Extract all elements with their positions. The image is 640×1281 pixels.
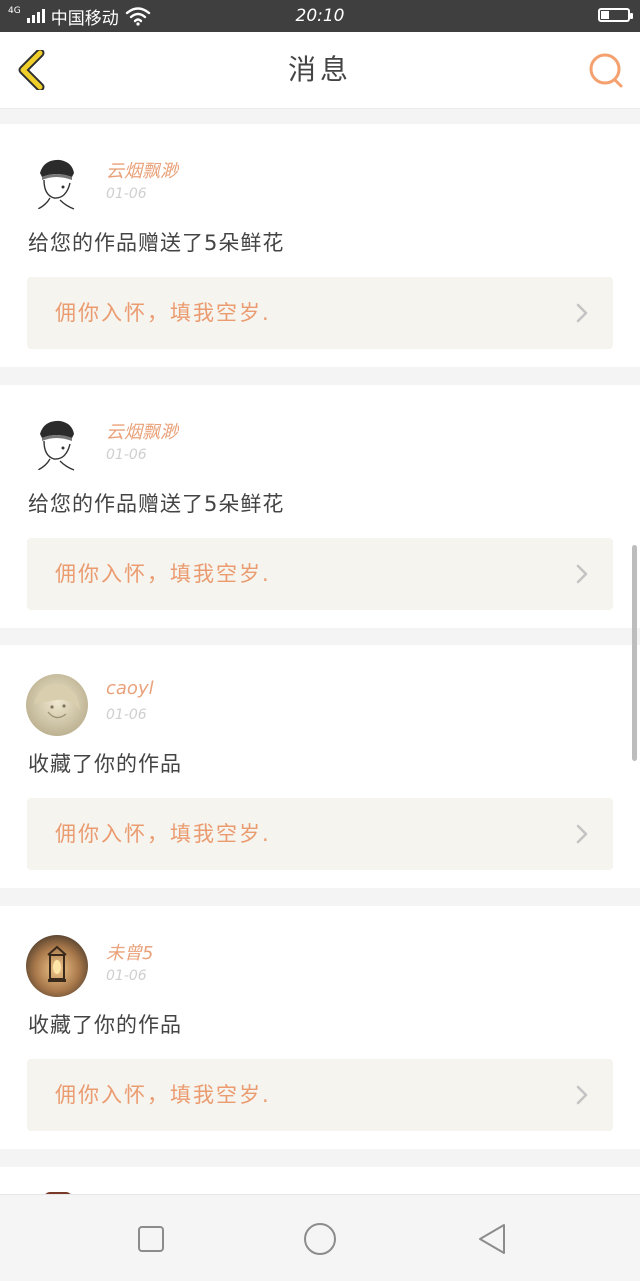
back-button[interactable] [14,48,54,92]
anime-portrait-avatar-icon [26,674,88,736]
lantern-photo-avatar-icon [26,935,88,997]
quote-text: 佣你入怀，填我空岁. [55,1083,271,1107]
message-list[interactable]: 云烟飘渺 01-06 给您的作品赠送了5朵鲜花 佣你入怀，填我空岁. 云烟飘渺 … [0,109,640,1194]
status-time: 20:10 [295,6,345,26]
username[interactable]: 未曾5 [106,939,153,965]
search-button[interactable] [586,50,626,90]
work-quote-link[interactable]: 佣你入怀，填我空岁. [27,1059,613,1131]
back-icon [479,1224,505,1254]
chevron-right-icon [576,1085,588,1105]
cartoon-boy-avatar-icon [26,414,88,476]
quote-text: 佣你入怀，填我空岁. [55,562,271,586]
header: 消息 [0,32,640,109]
status-bar: 4G 中国移动 20:10 [0,0,640,32]
work-quote-link[interactable]: 佣你入怀，填我空岁. [27,798,613,870]
recent-apps-button[interactable] [131,1219,171,1259]
avatar[interactable] [26,674,88,736]
home-button[interactable] [300,1219,340,1259]
scrollbar[interactable] [632,545,637,761]
cartoon-boy-avatar-icon [26,153,88,215]
search-icon [589,53,623,88]
message-date: 01-06 [106,447,147,463]
battery-level [601,11,609,19]
message-card[interactable] [0,1167,640,1194]
chevron-right-icon [576,564,588,584]
quote-text: 佣你入怀，填我空岁. [55,822,271,846]
message-card[interactable]: caoyl 01-06 收藏了你的作品 佣你入怀，填我空岁. [0,645,640,888]
avatar[interactable] [26,414,88,476]
username[interactable]: 云烟飘渺 [106,418,178,444]
message-text: 给您的作品赠送了5朵鲜花 [28,492,285,516]
message-text: 收藏了你的作品 [28,1013,182,1037]
avatar[interactable] [26,153,88,215]
system-nav-bar [0,1194,640,1281]
recent-apps-icon [138,1226,164,1252]
quote-text: 佣你入怀，填我空岁. [55,301,271,325]
work-quote-link[interactable]: 佣你入怀，填我空岁. [27,277,613,349]
message-card[interactable]: 未曾5 01-06 收藏了你的作品 佣你入怀，填我空岁. [0,906,640,1149]
work-quote-link[interactable]: 佣你入怀，填我空岁. [27,538,613,610]
message-date: 01-06 [106,968,147,984]
home-icon [304,1223,336,1255]
message-text: 给您的作品赠送了5朵鲜花 [28,231,285,255]
battery-icon [598,8,633,22]
page-title: 消息 [287,53,352,86]
chevron-right-icon [576,303,588,323]
username[interactable]: caoyl [106,678,154,699]
message-card[interactable]: 云烟飘渺 01-06 给您的作品赠送了5朵鲜花 佣你入怀，填我空岁. [0,385,640,628]
username[interactable]: 云烟飘渺 [106,157,178,183]
message-date: 01-06 [106,707,147,723]
message-card[interactable]: 云烟飘渺 01-06 给您的作品赠送了5朵鲜花 佣你入怀，填我空岁. [0,124,640,367]
chevron-left-icon [18,48,45,92]
avatar[interactable] [26,935,88,997]
chevron-right-icon [576,824,588,844]
message-text: 收藏了你的作品 [28,752,182,776]
nav-back-button[interactable] [472,1219,512,1259]
message-date: 01-06 [106,186,147,202]
